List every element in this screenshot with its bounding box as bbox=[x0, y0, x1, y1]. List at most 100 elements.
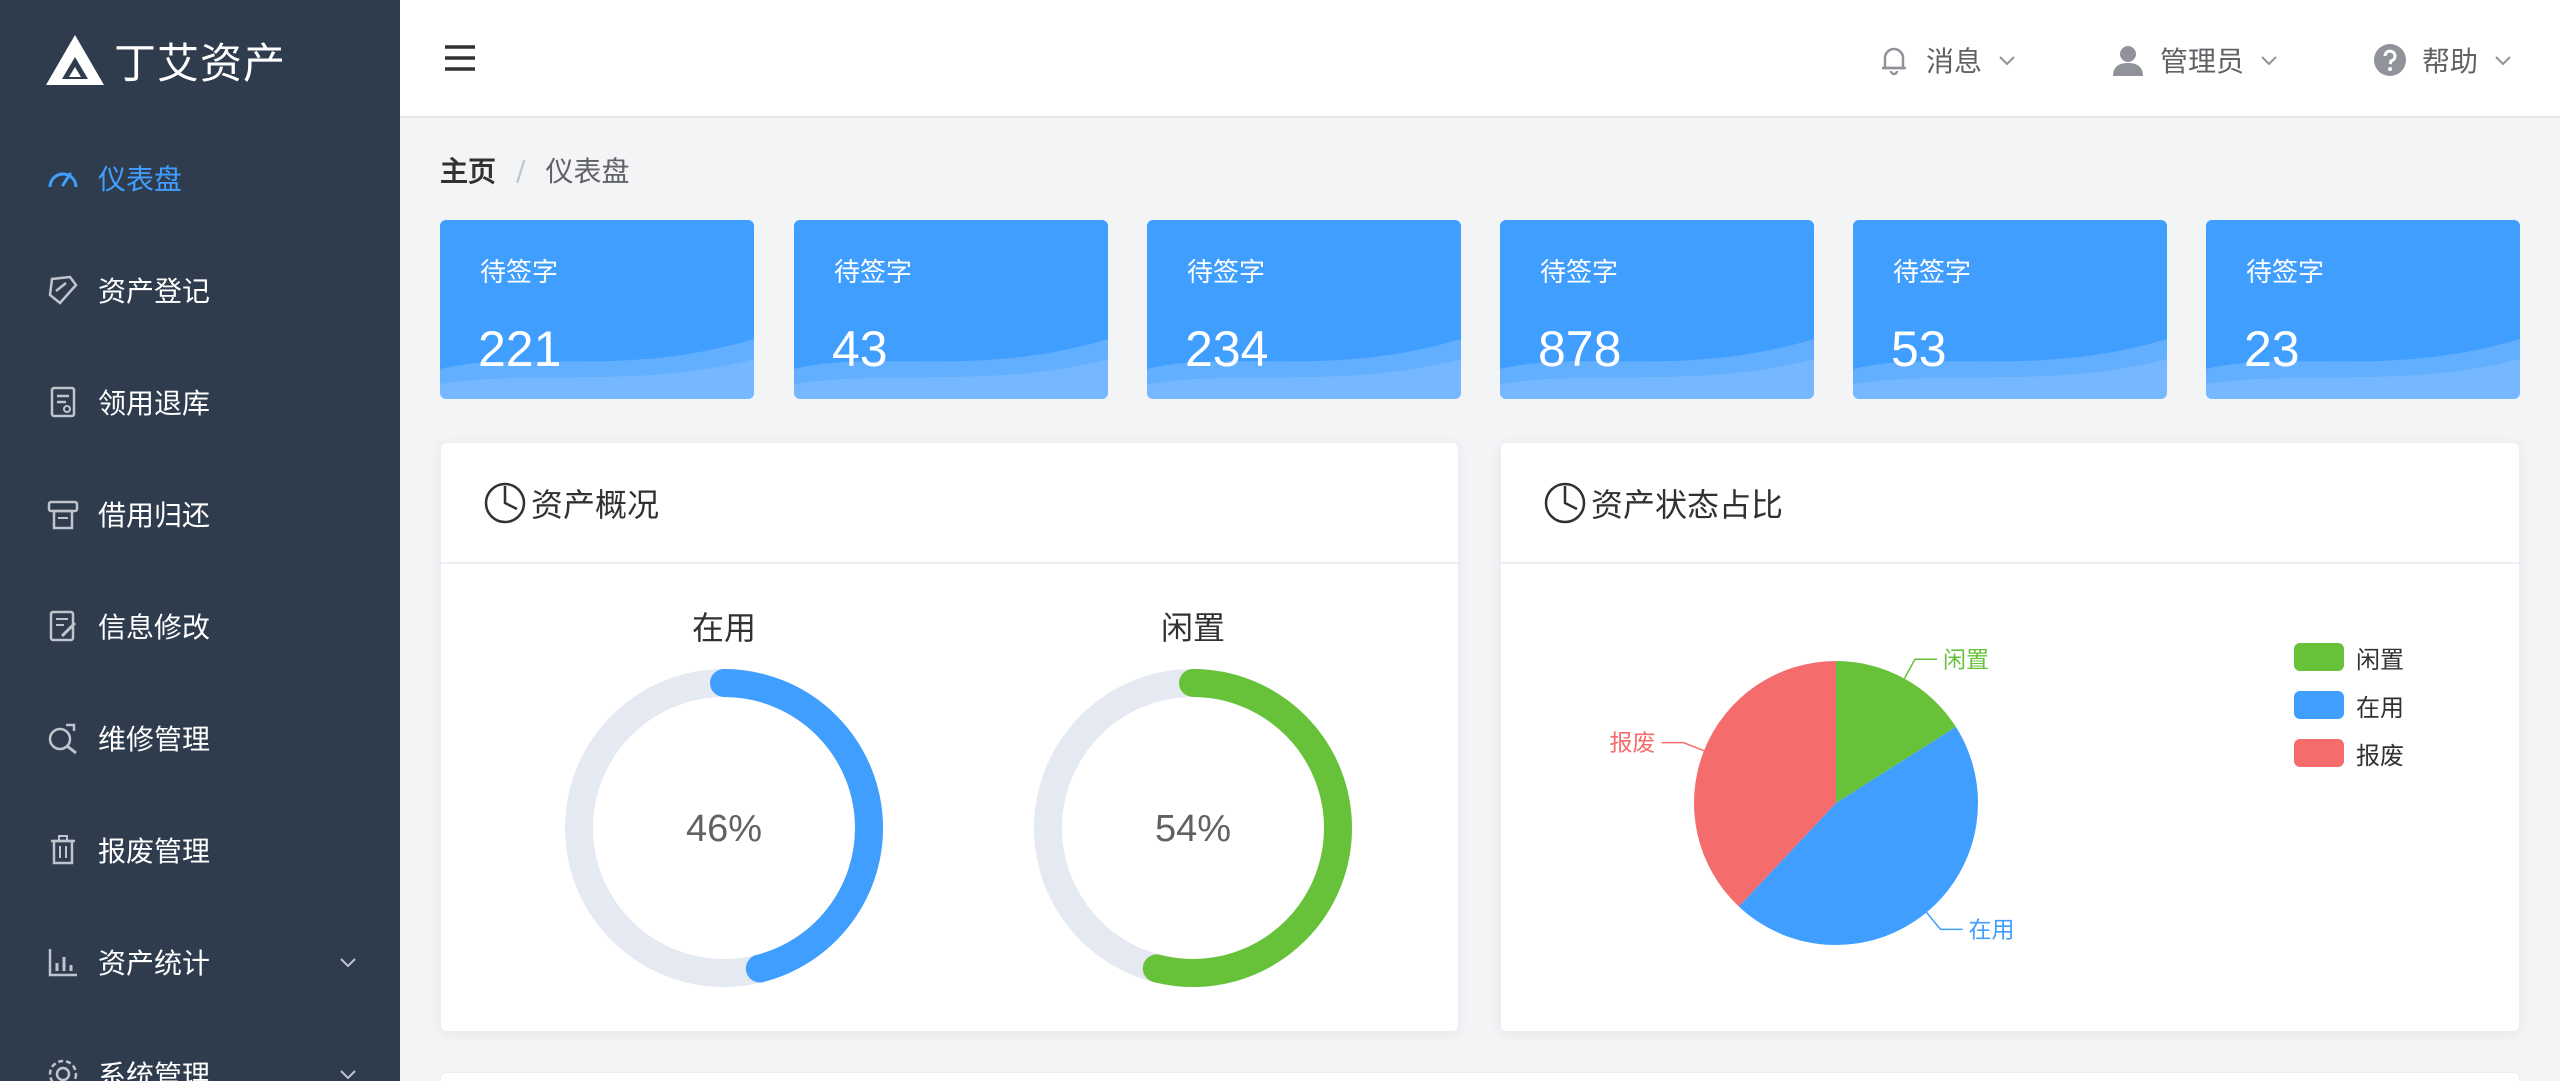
legend-item-scrapped[interactable]: 报废 bbox=[2294, 729, 2404, 777]
stat-card-value: 23 bbox=[2244, 321, 2300, 377]
stat-card[interactable]: 待签字 53 bbox=[1853, 220, 2167, 399]
gauge-percent: 46% bbox=[686, 808, 762, 850]
breadcrumb: 主页 / 仪表盘 bbox=[440, 150, 629, 190]
legend-swatch bbox=[2294, 691, 2344, 719]
sidebar: 丁艾资产 仪表盘 资产登记 领用退库 借用归还 信息修改 维修管理 报废管理 资… bbox=[0, 0, 400, 1081]
legend-swatch bbox=[2294, 643, 2344, 671]
sidebar-item-label: 仪表盘 bbox=[98, 163, 183, 196]
stat-card-label: 待签字 bbox=[834, 258, 913, 288]
stat-card[interactable]: 待签字 221 bbox=[440, 220, 754, 399]
chevron-down-icon bbox=[2261, 56, 2277, 66]
sidebar-item-label: 维修管理 bbox=[98, 723, 211, 756]
user-label: 管理员 bbox=[2160, 45, 2245, 78]
sidebar-item-label: 借用归还 bbox=[98, 499, 211, 532]
stat-card-label: 待签字 bbox=[1893, 258, 1972, 288]
stat-card-value: 221 bbox=[478, 321, 562, 377]
hamburger-menu-icon[interactable] bbox=[442, 40, 478, 76]
donut-gauge: 46% bbox=[565, 669, 883, 987]
stat-card-label: 待签字 bbox=[2246, 258, 2325, 288]
chevron-down-icon bbox=[1999, 56, 2015, 66]
stat-card[interactable]: 待签字 43 bbox=[794, 220, 1108, 399]
pie-label: 报废 bbox=[1610, 731, 1656, 757]
legend-item-idle[interactable]: 闲置 bbox=[2294, 633, 2404, 681]
document-icon bbox=[44, 383, 82, 421]
register-icon bbox=[44, 271, 82, 309]
messages-label: 消息 bbox=[1926, 45, 1983, 78]
sidebar-item-info-edit[interactable]: 信息修改 bbox=[0, 570, 400, 682]
gauge-icon bbox=[44, 159, 82, 197]
logo-mark-icon bbox=[46, 35, 104, 85]
pie-legend: 闲置 在用 报废 bbox=[2294, 633, 2404, 777]
stat-card-value: 53 bbox=[1891, 321, 1947, 377]
app-name: 丁艾资产 bbox=[114, 38, 287, 88]
sidebar-item-label: 资产统计 bbox=[98, 947, 211, 980]
panel-header: 资产概况 bbox=[441, 443, 1458, 564]
pie-chart: 闲置在用 报废 bbox=[1610, 647, 2015, 945]
stat-card[interactable]: 待签字 234 bbox=[1147, 220, 1461, 399]
gauge-idle: 闲置 54% bbox=[1023, 603, 1363, 993]
user-icon bbox=[2113, 46, 2143, 76]
help-label: 帮助 bbox=[2422, 45, 2479, 78]
asset-overview-panel: 资产概况 在用 46% 闲置 54% bbox=[440, 442, 1459, 1032]
next-panel-edge bbox=[440, 1072, 2520, 1081]
legend-label: 报废 bbox=[2356, 741, 2404, 770]
stat-card[interactable]: 待签字 878 bbox=[1500, 220, 1814, 399]
panel-header: 资产状态占比 bbox=[1501, 443, 2519, 564]
messages-dropdown[interactable]: 消息 bbox=[1876, 36, 2018, 84]
bar-chart-icon bbox=[44, 943, 82, 981]
gauge-title: 在用 bbox=[691, 609, 756, 647]
stat-card-label: 待签字 bbox=[480, 258, 559, 288]
sidebar-item-label: 报废管理 bbox=[98, 835, 211, 868]
sidebar-menu: 仪表盘 资产登记 领用退库 借用归还 信息修改 维修管理 报废管理 资产统计 系… bbox=[0, 122, 400, 1081]
legend-swatch bbox=[2294, 739, 2344, 767]
sidebar-item-asset-register[interactable]: 资产登记 bbox=[0, 234, 400, 346]
donut-gauge: 54% bbox=[1034, 669, 1352, 987]
help-dropdown[interactable]: 帮助 bbox=[2372, 36, 2514, 84]
legend-item-in-use[interactable]: 在用 bbox=[2294, 681, 2404, 729]
pie-clock-icon bbox=[1544, 482, 1586, 523]
stat-card-label: 待签字 bbox=[1187, 258, 1266, 288]
sidebar-item-system-settings[interactable]: 系统管理 bbox=[0, 1018, 400, 1081]
sidebar-item-label: 领用退库 bbox=[98, 387, 211, 420]
gauge-title: 闲置 bbox=[1160, 609, 1225, 647]
stat-card-value: 234 bbox=[1185, 321, 1269, 377]
sidebar-item-label: 信息修改 bbox=[98, 611, 211, 644]
pie-label: 闲置 bbox=[1943, 647, 1989, 673]
pie-clock-icon bbox=[484, 482, 526, 523]
stat-card-value: 878 bbox=[1538, 321, 1622, 377]
sidebar-item-dashboard[interactable]: 仪表盘 bbox=[0, 122, 400, 234]
chevron-down-icon bbox=[2495, 56, 2511, 66]
stat-card-label: 待签字 bbox=[1540, 258, 1619, 288]
stat-card[interactable]: 待签字 23 bbox=[2206, 220, 2520, 399]
sidebar-item-repair[interactable]: 维修管理 bbox=[0, 682, 400, 794]
sidebar-item-asset-stats[interactable]: 资产统计 bbox=[0, 906, 400, 1018]
breadcrumb-home[interactable]: 主页 bbox=[440, 150, 496, 190]
sidebar-item-scrap[interactable]: 报废管理 bbox=[0, 794, 400, 906]
trash-icon bbox=[44, 831, 82, 869]
printer-icon bbox=[44, 495, 82, 533]
breadcrumb-separator: / bbox=[516, 153, 526, 187]
pie-label-line bbox=[1925, 911, 1963, 931]
gauge-in-use: 在用 46% bbox=[554, 603, 894, 993]
user-dropdown[interactable]: 管理员 bbox=[2110, 36, 2280, 84]
chevron-down-icon bbox=[340, 1070, 356, 1080]
top-header: 消息 管理员 帮助 bbox=[400, 0, 2560, 118]
pie-label: 在用 bbox=[1969, 917, 2015, 943]
panel-title: 资产状态占比 bbox=[1591, 485, 1784, 524]
chevron-down-icon bbox=[340, 958, 356, 968]
wrench-search-icon bbox=[44, 719, 82, 757]
sidebar-item-label: 系统管理 bbox=[98, 1059, 211, 1081]
stat-card-value: 43 bbox=[832, 321, 888, 377]
sidebar-item-checkout-return[interactable]: 领用退库 bbox=[0, 346, 400, 458]
pie-label-line bbox=[1903, 658, 1938, 679]
asset-status-panel: 资产状态占比 闲置 在用 报废 闲置 在用 报废 bbox=[1500, 442, 2520, 1032]
settings-icon bbox=[44, 1055, 82, 1081]
edit-document-icon bbox=[44, 607, 82, 645]
panel-title: 资产概况 bbox=[531, 485, 660, 524]
breadcrumb-current: 仪表盘 bbox=[545, 155, 630, 188]
pie-label-line bbox=[1661, 741, 1705, 752]
app-logo[interactable]: 丁艾资产 bbox=[44, 30, 286, 90]
legend-label: 在用 bbox=[2356, 693, 2404, 722]
help-icon bbox=[2374, 44, 2406, 76]
sidebar-item-borrow-return[interactable]: 借用归还 bbox=[0, 458, 400, 570]
